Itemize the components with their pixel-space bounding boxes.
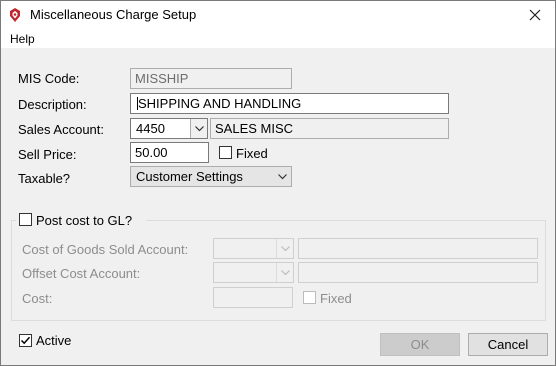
sell-price-label: Sell Price: xyxy=(18,147,77,162)
fixed-checkbox[interactable] xyxy=(219,146,232,159)
cogs-account-label: Cost of Goods Sold Account: xyxy=(22,242,189,257)
window-title: Miscellaneous Charge Setup xyxy=(30,7,197,22)
cost-fixed-checkbox[interactable] xyxy=(303,291,316,304)
mis-code-label: MIS Code: xyxy=(18,71,80,86)
cancel-button[interactable]: Cancel xyxy=(468,333,548,356)
description-label: Description: xyxy=(18,97,87,112)
post-cost-checkbox[interactable] xyxy=(19,213,32,226)
chevron-down-icon xyxy=(274,167,291,186)
fixed-label: Fixed xyxy=(236,146,268,161)
cost-field[interactable] xyxy=(213,287,293,308)
description-field[interactable]: SHIPPING AND HANDLING xyxy=(130,93,449,114)
chevron-down-icon xyxy=(190,119,207,138)
offset-account-name xyxy=(298,262,538,283)
mis-code-field[interactable]: MISSHIP xyxy=(130,68,292,89)
offset-account-dropdown[interactable] xyxy=(213,262,294,283)
taxable-label: Taxable? xyxy=(18,171,71,186)
menu-help[interactable]: Help xyxy=(10,32,35,46)
close-button[interactable] xyxy=(515,1,555,29)
chevron-down-icon xyxy=(276,263,293,282)
offset-account-label: Offset Cost Account: xyxy=(22,266,141,281)
cogs-account-dropdown[interactable] xyxy=(213,238,294,259)
taxable-dropdown[interactable]: Customer Settings xyxy=(130,166,292,187)
close-icon xyxy=(529,9,541,21)
sales-account-name: SALES MISC xyxy=(210,118,449,139)
ok-button[interactable]: OK xyxy=(380,333,460,356)
active-label: Active xyxy=(36,333,72,348)
sell-price-field[interactable]: 50.00 xyxy=(130,142,209,163)
chevron-down-icon xyxy=(276,239,293,258)
taxable-value: Customer Settings xyxy=(136,169,243,184)
sales-account-dropdown[interactable]: 4450 xyxy=(130,118,208,139)
app-logo-icon xyxy=(7,7,23,23)
cost-fixed-label: Fixed xyxy=(320,291,352,306)
sales-account-label: Sales Account: xyxy=(18,122,104,137)
dialog-window: Miscellaneous Charge Setup Help MIS Code… xyxy=(0,0,556,366)
check-icon xyxy=(20,336,31,345)
menu-bar: Help xyxy=(1,29,555,49)
text-cursor xyxy=(137,97,138,110)
cogs-account-name xyxy=(298,238,538,259)
title-bar: Miscellaneous Charge Setup xyxy=(1,1,555,29)
post-cost-label: Post cost to GL? xyxy=(36,213,133,228)
active-checkbox[interactable] xyxy=(19,334,32,347)
sales-account-code: 4450 xyxy=(136,121,165,136)
cost-label: Cost: xyxy=(22,291,53,306)
